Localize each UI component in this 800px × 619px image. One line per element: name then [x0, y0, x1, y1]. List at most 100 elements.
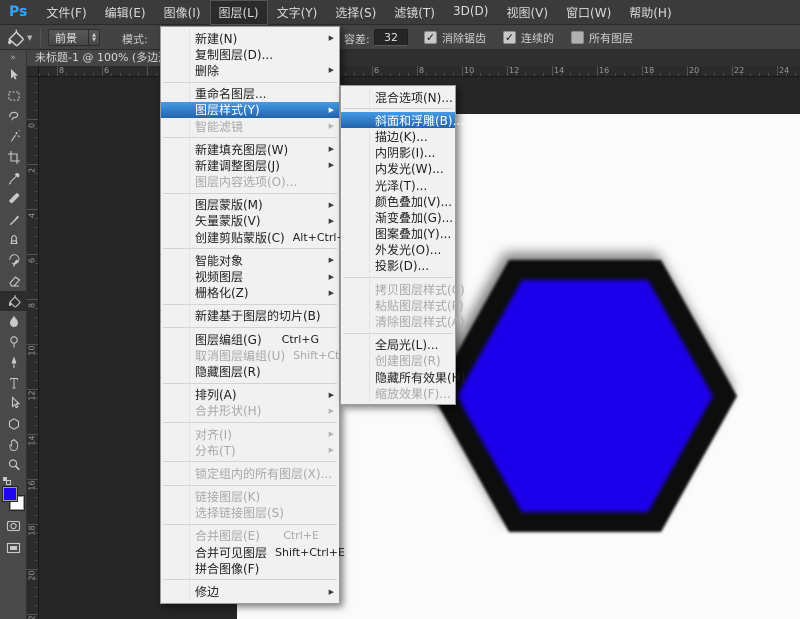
layer-style-item-清除图层样式A[interactable]: 清除图层样式(A)	[341, 313, 455, 329]
magic-wand-tool[interactable]	[0, 127, 27, 148]
spot-healing-brush-tool[interactable]	[0, 188, 27, 209]
spot-healing-brush-tool-icon	[7, 191, 21, 205]
layer-style-item-光泽T[interactable]: 光泽(T)...	[341, 177, 455, 193]
path-selection-tool[interactable]	[0, 393, 27, 414]
lasso-tool[interactable]	[0, 106, 27, 127]
clone-stamp-tool[interactable]	[0, 229, 27, 250]
layer-menu-item-创建剪贴蒙版C[interactable]: 创建剪贴蒙版(C)Alt+Ctrl+G	[161, 229, 339, 245]
checkbox-所有图层[interactable]: 所有图层	[571, 30, 633, 46]
layer-style-item-混合选项N[interactable]: 混合选项(N)...	[341, 89, 455, 105]
layer-menu-item-栅格化Z[interactable]: 栅格化(Z)▶	[161, 285, 339, 301]
dodge-tool[interactable]	[0, 332, 27, 353]
layer-style-item-渐变叠加G[interactable]: 渐变叠加(G)...	[341, 209, 455, 225]
type-tool[interactable]	[0, 373, 27, 394]
layer-menu-item-新建基于图层的切片B[interactable]: 新建基于图层的切片(B)	[161, 308, 339, 324]
tolerance-input[interactable]: 32	[374, 29, 408, 46]
layer-menu-item-智能滤镜[interactable]: 智能滤镜▶	[161, 118, 339, 134]
hand-tool[interactable]	[0, 434, 27, 455]
tool-preset-picker[interactable]	[5, 28, 25, 47]
menubar-item-文件F[interactable]: 文件(F)	[37, 0, 95, 25]
layer-style-item-创建图层R[interactable]: 创建图层(R)	[341, 353, 455, 369]
crop-tool[interactable]	[0, 147, 27, 168]
shape-tool[interactable]	[0, 414, 27, 435]
layer-style-item-内发光W[interactable]: 内发光(W)...	[341, 161, 455, 177]
pen-tool[interactable]	[0, 352, 27, 373]
layer-style-item-投影D[interactable]: 投影(D)...	[341, 258, 455, 274]
rectangular-marquee-tool[interactable]	[0, 86, 27, 107]
layer-style-item-图案叠加Y[interactable]: 图案叠加(Y)...	[341, 226, 455, 242]
layer-menu-item-图层内容选项O[interactable]: 图层内容选项(O)...	[161, 174, 339, 190]
menubar-item-图像I[interactable]: 图像(I)	[155, 0, 210, 25]
layer-menu-item-删除[interactable]: 删除▶	[161, 62, 339, 78]
checkbox-checked-icon[interactable]: ✓	[503, 31, 516, 44]
layer-style-item-内阴影I[interactable]: 内阴影(I)...	[341, 145, 455, 161]
toolbar-collapse-icon[interactable]: »	[0, 50, 26, 65]
layer-menu-item-视频图层[interactable]: 视频图层▶	[161, 268, 339, 284]
layer-style-item-粘贴图层样式P[interactable]: 粘贴图层样式(P)	[341, 297, 455, 313]
layer-menu-item-取消图层编组U[interactable]: 取消图层编组(U)Shift+Ctrl+G	[161, 347, 339, 363]
layer-menu-item-合并可见图层[interactable]: 合并可见图层Shift+Ctrl+E	[161, 544, 339, 560]
layer-menu-item-分布T[interactable]: 分布(T)▶	[161, 442, 339, 458]
paint-bucket-tool[interactable]	[0, 291, 27, 312]
menubar-item-3DD[interactable]: 3D(D)	[444, 0, 497, 25]
layer-menu-item-复制图层D[interactable]: 复制图层(D)...	[161, 46, 339, 62]
layer-style-item-斜面和浮雕B[interactable]: 斜面和浮雕(B)...	[341, 112, 455, 128]
menu-item-label: 分布(T)	[195, 442, 236, 459]
layer-style-item-拷贝图层样式C[interactable]: 拷贝图层样式(C)	[341, 281, 455, 297]
zoom-tool[interactable]	[0, 455, 27, 476]
layer-menu-item-合并图层E[interactable]: 合并图层(E)Ctrl+E	[161, 528, 339, 544]
layer-menu-item-合并形状H[interactable]: 合并形状(H)▶	[161, 403, 339, 419]
menubar-item-视图V[interactable]: 视图(V)	[497, 0, 557, 25]
layer-menu-item-对齐I[interactable]: 对齐(I)▶	[161, 426, 339, 442]
layer-menu-item-拼合图像F[interactable]: 拼合图像(F)	[161, 560, 339, 576]
layer-style-item-隐藏所有效果H[interactable]: 隐藏所有效果(H)	[341, 369, 455, 385]
menubar-item-图层L[interactable]: 图层(L)	[210, 0, 268, 25]
layer-menu-item-新建N[interactable]: 新建(N)▶	[161, 30, 339, 46]
layer-menu-item-智能对象[interactable]: 智能对象▶	[161, 252, 339, 268]
layer-style-item-描边K[interactable]: 描边(K)...	[341, 128, 455, 144]
foreground-color-swatch[interactable]	[3, 487, 17, 501]
menubar-item-帮助H[interactable]: 帮助(H)	[620, 0, 680, 25]
layer-menu-item-锁定组内的所有图层X[interactable]: 锁定组内的所有图层(X)...	[161, 465, 339, 481]
layer-menu-item-排列A[interactable]: 排列(A)▶	[161, 387, 339, 403]
menubar-item-选择S[interactable]: 选择(S)	[326, 0, 385, 25]
eyedropper-tool[interactable]	[0, 168, 27, 189]
layer-menu-item-重命名图层[interactable]: 重命名图层...	[161, 86, 339, 102]
fill-source-select[interactable]: 前景 ▲▼	[48, 29, 100, 46]
layer-style-item-颜色叠加V[interactable]: 颜色叠加(V)...	[341, 193, 455, 209]
layer-menu-item-图层样式Y[interactable]: 图层样式(Y)▶	[161, 102, 339, 118]
vruler-label: 12	[28, 386, 37, 406]
layer-menu-item-图层编组G[interactable]: 图层编组(G)Ctrl+G	[161, 331, 339, 347]
layer-style-item-全局光L[interactable]: 全局光(L)...	[341, 337, 455, 353]
layer-style-item-外发光O[interactable]: 外发光(O)...	[341, 242, 455, 258]
quick-mask-button[interactable]	[0, 517, 27, 535]
layer-style-item-缩放效果F[interactable]: 缩放效果(F)...	[341, 385, 455, 401]
eraser-tool[interactable]	[0, 270, 27, 291]
history-brush-tool[interactable]	[0, 250, 27, 271]
layer-menu-item-新建填充图层W[interactable]: 新建填充图层(W)▶	[161, 141, 339, 157]
brush-tool[interactable]	[0, 209, 27, 230]
layer-menu-item-隐藏图层R[interactable]: 隐藏图层(R)	[161, 363, 339, 379]
ruler-tick	[624, 73, 625, 76]
default-swatches-icon[interactable]	[2, 476, 12, 486]
checkbox-checked-icon[interactable]: ✓	[424, 31, 437, 44]
blur-tool[interactable]	[0, 311, 27, 332]
layer-menu-item-图层蒙版M[interactable]: 图层蒙版(M)▶	[161, 197, 339, 213]
layer-menu-item-修边[interactable]: 修边▶	[161, 583, 339, 599]
layer-menu-item-新建调整图层J[interactable]: 新建调整图层(J)▶	[161, 157, 339, 173]
menubar-item-窗口W[interactable]: 窗口(W)	[557, 0, 620, 25]
layer-menu-item-矢量蒙版V[interactable]: 矢量蒙版(V)▶	[161, 213, 339, 229]
vertical-ruler[interactable]: 0246810121416182022	[27, 77, 39, 619]
screen-mode-button[interactable]	[0, 539, 27, 557]
checkbox-连续的[interactable]: ✓连续的	[503, 30, 554, 46]
menubar-item-文字Y[interactable]: 文字(Y)	[268, 0, 327, 25]
preset-caret-icon[interactable]: ▼	[27, 34, 32, 42]
move-tool[interactable]	[0, 65, 27, 86]
menubar-item-滤镜T[interactable]: 滤镜(T)	[385, 0, 444, 25]
menubar-item-编辑E[interactable]: 编辑(E)	[96, 0, 155, 25]
layer-menu-item-选择链接图层S[interactable]: 选择链接图层(S)	[161, 505, 339, 521]
checkbox-unchecked-icon[interactable]	[571, 31, 584, 44]
layer-menu-item-链接图层K[interactable]: 链接图层(K)	[161, 489, 339, 505]
horizontal-ruler[interactable]: 86681012141618202224	[27, 66, 800, 77]
checkbox-消除锯齿[interactable]: ✓消除锯齿	[424, 30, 486, 46]
